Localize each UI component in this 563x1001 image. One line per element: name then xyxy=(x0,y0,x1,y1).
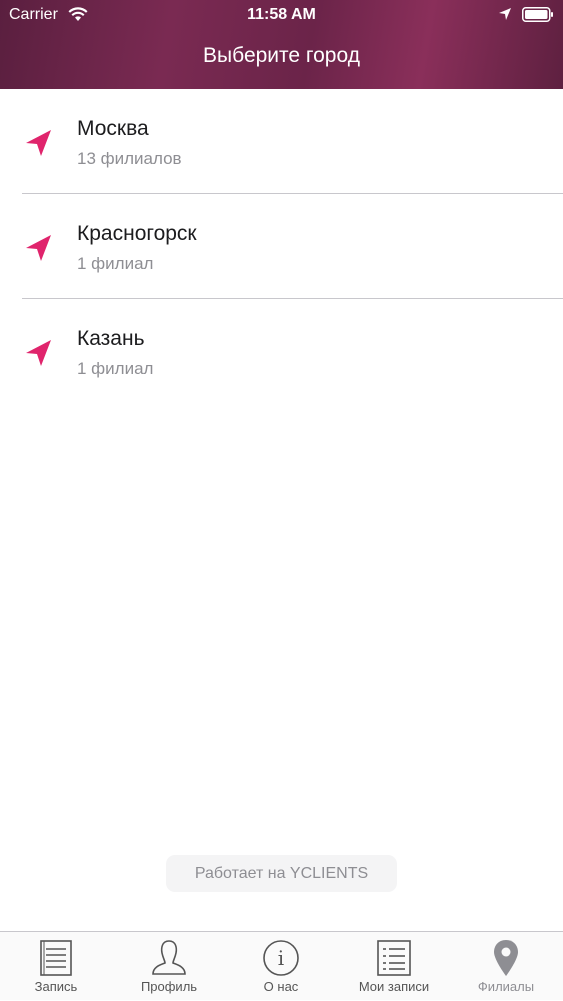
city-name: Казань xyxy=(77,327,145,350)
city-row-moscow[interactable]: Москва 13 филиалов xyxy=(0,89,563,194)
location-arrow-icon xyxy=(26,235,51,261)
page-title: Выберите город xyxy=(203,44,360,67)
location-services-icon xyxy=(499,8,511,20)
city-name: Москва xyxy=(77,117,149,140)
tab-label: О нас xyxy=(263,979,299,994)
location-arrow-icon xyxy=(26,130,51,156)
document-icon xyxy=(40,940,72,976)
powered-by-badge[interactable]: Работает на YCLIENTS xyxy=(166,855,397,892)
city-row-krasnogorsk[interactable]: Красногорск 1 филиал xyxy=(0,194,563,299)
tab-label: Филиалы xyxy=(477,979,535,994)
list-icon xyxy=(377,940,411,976)
tab-label: Профиль xyxy=(140,979,198,994)
map-pin-icon xyxy=(494,940,518,976)
tab-booking[interactable]: Запись xyxy=(0,932,112,1001)
tab-branches[interactable]: Филиалы xyxy=(450,932,562,1001)
branch-count: 1 филиал xyxy=(77,254,154,273)
tab-my-bookings[interactable]: Мои записи xyxy=(338,932,450,1001)
person-icon xyxy=(152,940,186,975)
svg-text:i: i xyxy=(278,946,284,970)
clock: 11:58 AM xyxy=(247,6,316,23)
tab-bar: Запись Профиль i О нас Мои записи Филиал… xyxy=(0,931,563,1000)
city-name: Красногорск xyxy=(77,222,197,245)
branch-count: 1 филиал xyxy=(77,359,154,378)
tab-profile[interactable]: Профиль xyxy=(113,932,225,1001)
tab-label: Запись xyxy=(34,979,78,994)
navigation-header: Carrier 11:58 AM Выберите город xyxy=(0,0,563,89)
city-row-kazan[interactable]: Казань 1 филиал xyxy=(0,299,563,404)
tab-about[interactable]: i О нас xyxy=(225,932,337,1001)
status-bar: Carrier 11:58 AM xyxy=(0,0,563,30)
info-icon: i xyxy=(263,940,299,976)
battery-icon xyxy=(522,7,553,22)
location-arrow-icon xyxy=(26,340,51,366)
city-list: Москва 13 филиалов Красногорск 1 филиал … xyxy=(0,89,563,404)
branch-count: 13 филиалов xyxy=(77,149,182,168)
tab-label: Мои записи xyxy=(358,979,430,994)
